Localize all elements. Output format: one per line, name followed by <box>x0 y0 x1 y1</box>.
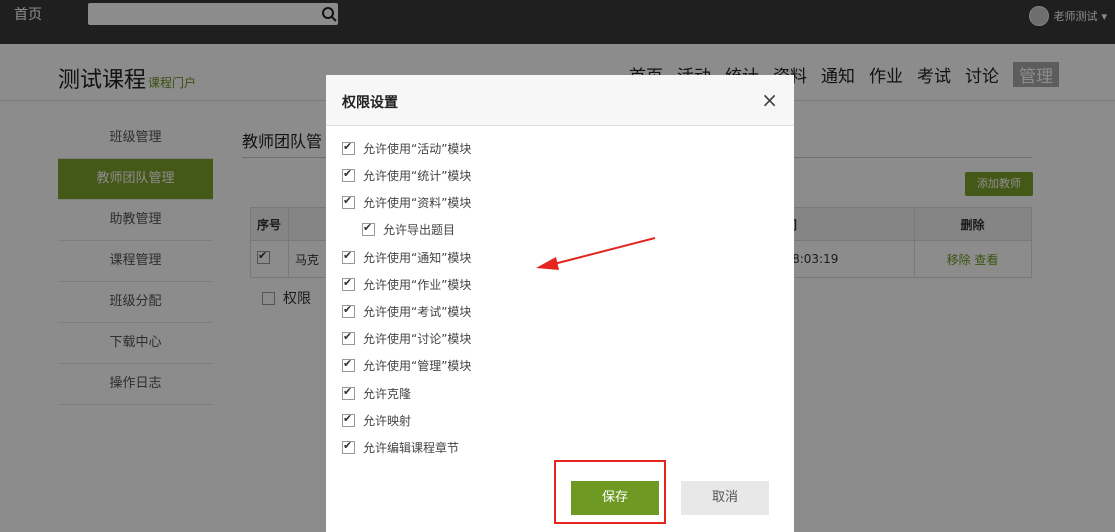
option-checkbox[interactable] <box>342 330 355 345</box>
option-label: 允许使用“考试”模块 <box>363 305 472 319</box>
option-label: 允许导出题目 <box>383 223 456 237</box>
option-label: 允许使用“讨论”模块 <box>363 332 472 346</box>
option-checkbox[interactable] <box>342 167 355 182</box>
option-clone[interactable]: 允许克隆 <box>342 385 411 402</box>
option-checkbox[interactable] <box>342 412 355 427</box>
option-exam[interactable]: 允许使用“考试”模块 <box>342 303 471 320</box>
option-checkbox[interactable] <box>362 221 375 236</box>
option-discussion[interactable]: 允许使用“讨论”模块 <box>342 330 471 347</box>
option-label: 允许使用“管理”模块 <box>363 359 472 373</box>
option-checkbox[interactable] <box>342 249 355 264</box>
dialog-title: 权限设置 <box>342 95 398 111</box>
close-icon[interactable]: × <box>761 88 778 112</box>
option-checkbox[interactable] <box>342 303 355 318</box>
option-checkbox[interactable] <box>342 140 355 155</box>
save-highlight-annotation <box>554 460 666 524</box>
option-stats[interactable]: 允许使用“统计”模块 <box>342 167 471 184</box>
option-edit-chapters[interactable]: 允许编辑课程章节 <box>342 439 459 456</box>
option-materials[interactable]: 允许使用“资料”模块 <box>342 194 471 211</box>
option-activity[interactable]: 允许使用“活动”模块 <box>342 140 471 157</box>
option-label: 允许编辑课程章节 <box>363 441 460 455</box>
option-label: 允许使用“作业”模块 <box>363 278 472 292</box>
option-checkbox[interactable] <box>342 385 355 400</box>
option-checkbox[interactable] <box>342 357 355 372</box>
option-manage[interactable]: 允许使用“管理”模块 <box>342 357 471 374</box>
option-checkbox[interactable] <box>342 439 355 454</box>
option-checkbox[interactable] <box>342 276 355 291</box>
dialog-header: 权限设置 × <box>326 75 794 126</box>
option-checkbox[interactable] <box>342 194 355 209</box>
option-mapping[interactable]: 允许映射 <box>342 412 411 429</box>
option-homework[interactable]: 允许使用“作业”模块 <box>342 276 471 293</box>
permissions-dialog: 权限设置 × 允许使用“活动”模块 允许使用“统计”模块 允许使用“资料”模块 … <box>326 75 794 532</box>
option-label: 允许使用“资料”模块 <box>363 196 472 210</box>
option-export-questions[interactable]: 允许导出题目 <box>362 221 455 238</box>
option-label: 允许映射 <box>363 414 412 428</box>
option-label: 允许使用“活动”模块 <box>363 142 472 156</box>
option-label: 允许克隆 <box>363 387 412 401</box>
option-label: 允许使用“通知”模块 <box>363 251 472 265</box>
option-notice[interactable]: 允许使用“通知”模块 <box>342 249 471 266</box>
cancel-button[interactable]: 取消 <box>681 481 769 515</box>
option-label: 允许使用“统计”模块 <box>363 169 472 183</box>
